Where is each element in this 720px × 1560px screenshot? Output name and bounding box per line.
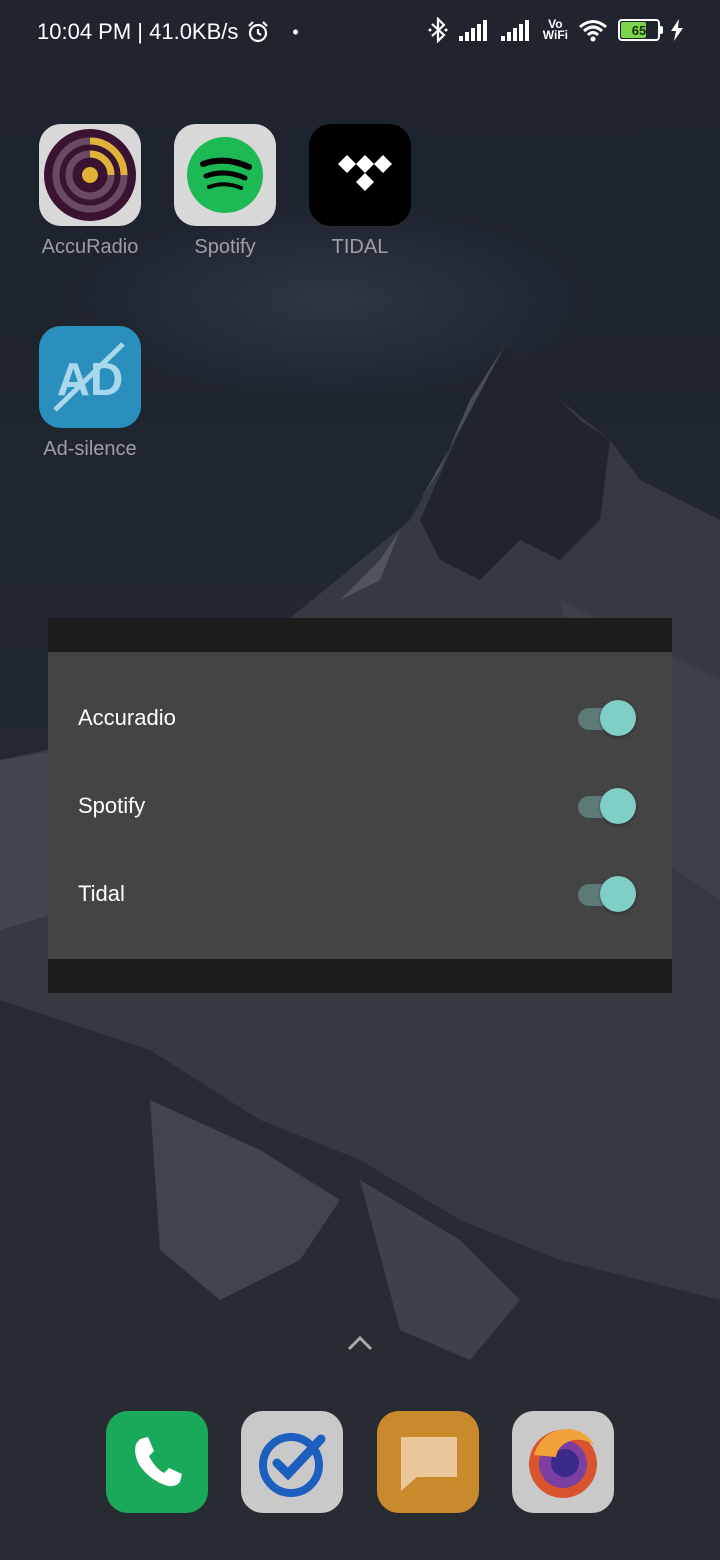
toggle-label: Accuradio xyxy=(78,705,176,730)
app-spotify[interactable]: Spotify xyxy=(165,124,285,259)
tasks-icon[interactable] xyxy=(241,1411,343,1513)
signal-icon-2 xyxy=(500,20,529,41)
tidal-switch[interactable] xyxy=(578,876,636,912)
status-bar: 10:04 PM | 41.0KB/s • Vo WiFi 65 xyxy=(0,0,720,64)
app-label: Spotify xyxy=(194,236,256,258)
ad-silence-icon: AD xyxy=(39,326,141,428)
bluetooth-icon xyxy=(428,17,448,43)
app-tidal[interactable]: TIDAL xyxy=(300,124,420,259)
app-ad-silence[interactable]: AD Ad-silence xyxy=(30,326,150,461)
app-accuradio[interactable]: AccuRadio xyxy=(30,124,150,259)
signal-icon-1 xyxy=(458,20,487,41)
notification-dot: • xyxy=(292,21,299,42)
alarm-icon xyxy=(248,21,269,43)
toggle-row-accuradio[interactable]: Accuradio xyxy=(48,674,672,762)
app-label: AccuRadio xyxy=(41,236,139,258)
app-drawer-chevron-icon[interactable] xyxy=(346,1334,374,1352)
toggle-label: Tidal xyxy=(78,881,125,906)
toggle-row-tidal[interactable]: Tidal xyxy=(48,850,672,938)
messages-icon[interactable] xyxy=(377,1411,479,1513)
tidal-icon xyxy=(309,124,411,226)
spotify-switch[interactable] xyxy=(578,788,636,824)
app-toggle-dialog: Accuradio Spotify Tidal xyxy=(48,652,672,959)
firefox-icon[interactable] xyxy=(512,1411,614,1513)
spotify-icon xyxy=(174,124,276,226)
accuradio-icon xyxy=(39,124,141,226)
charging-icon xyxy=(671,19,683,41)
app-label: Ad-silence xyxy=(43,438,137,460)
toggle-label: Spotify xyxy=(78,793,146,818)
vowifi-icon: Vo WiFi xyxy=(542,17,568,42)
phone-icon[interactable] xyxy=(106,1411,208,1513)
accuradio-switch[interactable] xyxy=(578,700,636,736)
time-and-speed: 10:04 PM | 41.0KB/s xyxy=(37,19,239,44)
battery-icon: 65 xyxy=(618,19,663,41)
app-label: TIDAL xyxy=(331,236,389,258)
wifi-icon xyxy=(579,20,607,42)
toggle-row-spotify[interactable]: Spotify xyxy=(48,762,672,850)
